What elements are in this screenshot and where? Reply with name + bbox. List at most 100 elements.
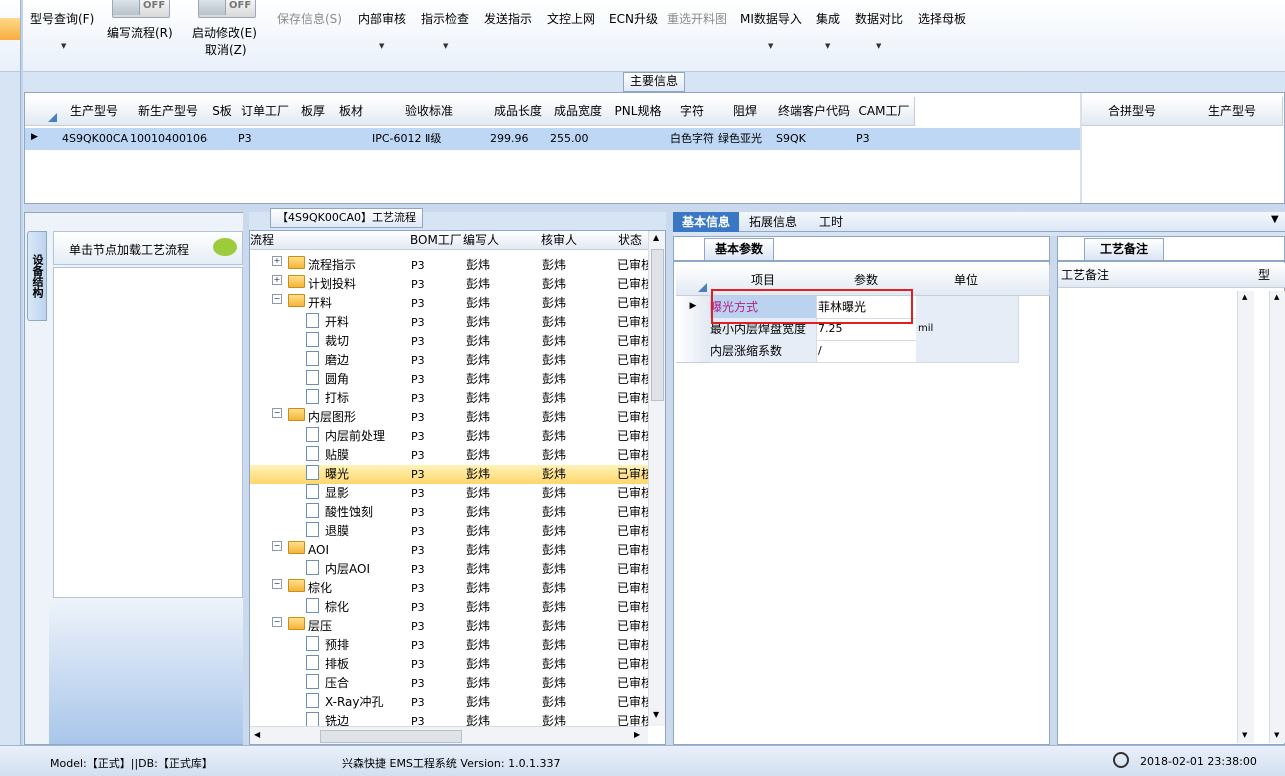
tree-row[interactable]: − 内层图形 P3 彭炜 彭炜 已审核: [250, 408, 648, 427]
tab-basic-info[interactable]: 基本信息: [673, 212, 739, 232]
tree-row[interactable]: 内层AOI P3 彭炜 彭炜 已审核: [250, 560, 648, 579]
folder-icon: [288, 408, 305, 421]
param-value[interactable]: /: [816, 340, 919, 363]
tree-row[interactable]: + 流程指示 P3 彭炜 彭炜 已审核: [250, 256, 648, 275]
tab-work-hours[interactable]: 工时: [819, 212, 843, 232]
scroll-up-icon[interactable]: ▲: [1242, 293, 1247, 301]
scroll-down-icon[interactable]: ▼: [1274, 731, 1279, 739]
tree-row[interactable]: 曝光 P3 彭炜 彭炜 已审核: [250, 465, 648, 484]
tree-row[interactable]: 酸性蚀刻 P3 彭炜 彭炜 已审核: [250, 503, 648, 522]
tree-row[interactable]: 贴膜 P3 彭炜 彭炜 已审核: [250, 446, 648, 465]
tree-row[interactable]: 排板 P3 彭炜 彭炜 已审核: [250, 655, 648, 674]
flow-column-header: 核审人: [539, 231, 619, 250]
model-query-button[interactable]: 型号查询(F): [30, 10, 94, 27]
chevron-down-icon[interactable]: ▼: [1271, 214, 1279, 225]
ecn-upgrade-button[interactable]: ECN升级: [609, 10, 658, 27]
tree-row[interactable]: 磨边 P3 彭炜 彭炜 已审核: [250, 351, 648, 370]
flow-tree[interactable]: +流程指示P3彭炜彭炜已审核+计划投料P3彭炜彭炜已审核−开料P3彭炜彭炜已审核…: [250, 249, 648, 727]
scroll-left-icon[interactable]: ◀: [254, 730, 260, 739]
tree-row[interactable]: 退膜 P3 彭炜 彭炜 已审核: [250, 522, 648, 541]
tree-name: 显影: [325, 486, 350, 500]
select-mother-board-button[interactable]: 选择母板: [918, 10, 966, 27]
integrate-button[interactable]: 集成: [816, 10, 840, 27]
tree-row[interactable]: + 计划投料 P3 彭炜 彭炜 已审核: [250, 275, 648, 294]
tree-row[interactable]: − 开料 P3 彭炜 彭炜 已审核: [250, 294, 648, 313]
flow-horizontal-scrollbar[interactable]: ◀ ▶: [250, 726, 648, 744]
tree-row[interactable]: 内层前处理 P3 彭炜 彭炜 已审核: [250, 427, 648, 446]
table-row[interactable]: 内层涨缩系数 /: [676, 340, 1049, 363]
tree-row[interactable]: − AOI P3 彭炜 彭炜 已审核: [250, 541, 648, 560]
chevron-down-icon[interactable]: ▼: [379, 42, 384, 50]
tree-row[interactable]: 圆角 P3 彭炜 彭炜 已审核: [250, 370, 648, 389]
collapse-icon[interactable]: −: [272, 617, 282, 627]
table-row[interactable]: ▶ 4S9QK00CA010010400106816 P3 IPC-6012 Ⅱ级 2…: [25, 128, 1081, 150]
tree-row[interactable]: 预排 P3 彭炜 彭炜 已审核: [250, 636, 648, 655]
type-scrollbar[interactable]: ▲ ▼: [1269, 291, 1285, 743]
tree-bom: P3: [411, 639, 425, 652]
scroll-down-icon[interactable]: ▼: [653, 710, 659, 719]
chevron-down-icon[interactable]: ▼: [825, 42, 830, 50]
tab-extended-info[interactable]: 拓展信息: [749, 212, 797, 232]
chevron-down-icon[interactable]: ▼: [443, 42, 448, 50]
left-tab-marker[interactable]: [0, 18, 20, 40]
tree-row[interactable]: 打标 P3 彭炜 彭炜 已审核: [250, 389, 648, 408]
tree-reviewer: 彭炜: [542, 562, 567, 576]
internal-review-button[interactable]: 内部审核: [358, 10, 406, 27]
chevron-down-icon[interactable]: ▼: [61, 42, 66, 50]
scroll-thumb[interactable]: [320, 730, 462, 743]
tree-row[interactable]: 开料 P3 彭炜 彭炜 已审核: [250, 313, 648, 332]
start-modify-toggle[interactable]: OFF: [198, 0, 256, 18]
tree-name: 打标: [325, 391, 350, 405]
vertical-splitter[interactable]: [1050, 236, 1057, 745]
write-flow-toggle[interactable]: OFF: [112, 0, 170, 18]
scroll-right-icon[interactable]: ▶: [634, 730, 640, 739]
scroll-up-icon[interactable]: ▲: [653, 233, 659, 242]
scroll-down-icon[interactable]: ▼: [1242, 731, 1247, 739]
left-splitter[interactable]: [20, 0, 23, 745]
scroll-thumb[interactable]: [651, 249, 664, 401]
horizontal-splitter[interactable]: [24, 204, 1285, 212]
collapse-icon[interactable]: −: [272, 408, 282, 418]
instruction-check-button[interactable]: 指示检查: [421, 10, 469, 27]
cancel-button[interactable]: 取消(Z): [205, 41, 247, 58]
send-instruction-button[interactable]: 发送指示: [484, 10, 532, 27]
structure-tree[interactable]: [53, 267, 243, 598]
chevron-down-icon[interactable]: ▼: [876, 42, 881, 50]
main-column-header: 订单工厂: [236, 97, 295, 126]
expand-icon[interactable]: +: [272, 275, 282, 285]
tab-basic-params[interactable]: 基本参数: [704, 238, 774, 260]
vertical-splitter[interactable]: [666, 212, 673, 745]
table-cell: P3: [238, 132, 252, 145]
reselect-cut-chart-button[interactable]: 重选开料图: [667, 10, 727, 27]
tree-row[interactable]: 压合 P3 彭炜 彭炜 已审核: [250, 674, 648, 693]
start-modify-button[interactable]: 启动修改(E): [192, 24, 257, 41]
load-hint-text: 单击节点加载工艺流程: [69, 243, 190, 257]
document-icon: [306, 693, 319, 708]
tree-row[interactable]: − 层压 P3 彭炜 彭炜 已审核: [250, 617, 648, 636]
tree-writer: 彭炜: [466, 334, 491, 348]
tab-process-notes[interactable]: 工艺备注: [1084, 238, 1164, 260]
save-info-button[interactable]: 保存信息(S): [277, 10, 342, 27]
main-column-header: 板材: [332, 97, 371, 126]
expand-icon[interactable]: +: [272, 256, 282, 266]
tree-row[interactable]: − 棕化 P3 彭炜 彭炜 已审核: [250, 579, 648, 598]
scroll-up-icon[interactable]: ▲: [1274, 293, 1279, 301]
chevron-down-icon[interactable]: ▼: [768, 42, 773, 50]
notes-scrollbar[interactable]: ▲ ▼: [1237, 291, 1254, 743]
write-flow-button[interactable]: 编写流程(R): [107, 24, 173, 41]
doc-control-online-button[interactable]: 文控上网: [547, 10, 595, 27]
flow-vertical-scrollbar[interactable]: ▲ ▼: [648, 231, 665, 726]
collapse-icon[interactable]: −: [272, 541, 282, 551]
tab-device-structure[interactable]: 设备结构: [27, 231, 47, 321]
tree-row[interactable]: 显影 P3 彭炜 彭炜 已审核: [250, 484, 648, 503]
tree-row[interactable]: 裁切 P3 彭炜 彭炜 已审核: [250, 332, 648, 351]
tree-row[interactable]: 铣边 P3 彭炜 彭炜 已审核: [250, 712, 648, 727]
collapse-icon[interactable]: −: [272, 579, 282, 589]
tree-name: 预排: [325, 638, 350, 652]
data-compare-button[interactable]: 数据对比: [855, 10, 903, 27]
collapse-icon[interactable]: −: [272, 294, 282, 304]
tree-row[interactable]: X-Ray冲孔 P3 彭炜 彭炜 已审核: [250, 693, 648, 712]
mi-data-import-button[interactable]: MI数据导入: [740, 10, 802, 27]
param-column-header: [1016, 265, 1050, 296]
tree-row[interactable]: 棕化 P3 彭炜 彭炜 已审核: [250, 598, 648, 617]
